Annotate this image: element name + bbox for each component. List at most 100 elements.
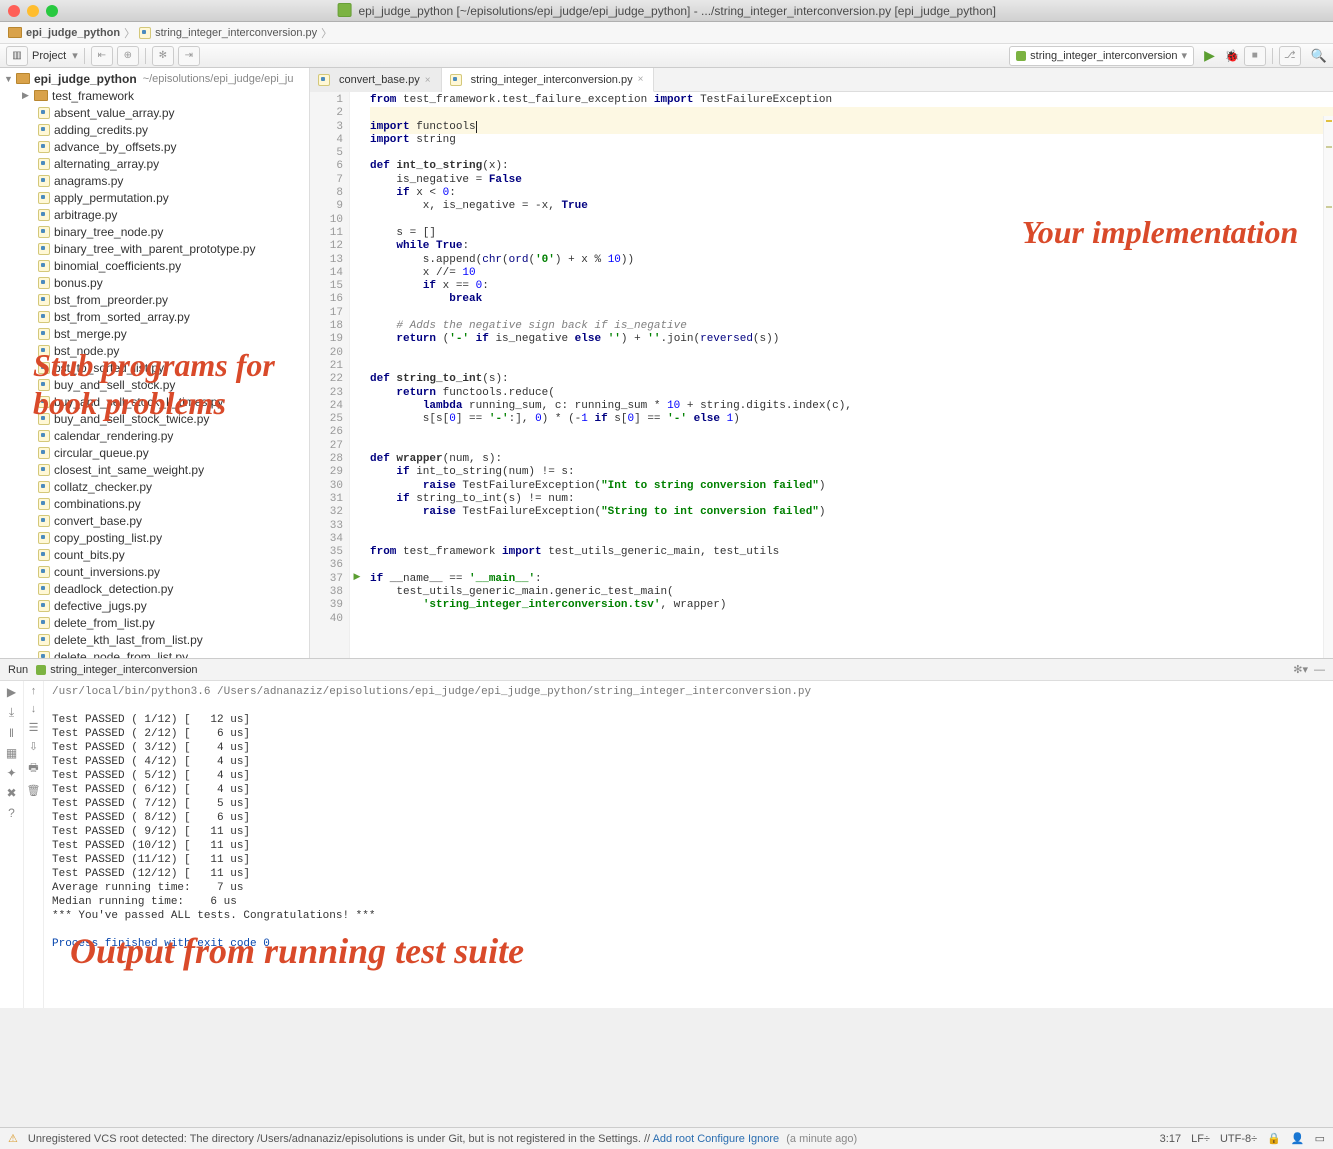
tree-file[interactable]: binomial_coefficients.py	[0, 257, 309, 274]
python-file-icon	[38, 141, 50, 153]
tree-file[interactable]: binary_tree_with_parent_prototype.py	[0, 240, 309, 257]
breadcrumb-project[interactable]: epi_judge_python	[26, 27, 120, 39]
wrap-icon[interactable]: ☰	[29, 721, 39, 734]
console-tab[interactable]: string_integer_interconversion	[50, 664, 197, 676]
tree-file[interactable]: apply_permutation.py	[0, 189, 309, 206]
tree-file[interactable]: calendar_rendering.py	[0, 427, 309, 444]
tree-file[interactable]: advance_by_offsets.py	[0, 138, 309, 155]
python-file-icon	[38, 464, 50, 476]
tree-root[interactable]: ▼epi_judge_python~/episolutions/epi_judg…	[0, 70, 309, 87]
editor-minimap[interactable]	[1323, 116, 1333, 658]
collapse-button[interactable]: ⇤	[91, 46, 113, 66]
ignore-link[interactable]: Ignore	[748, 1133, 779, 1145]
close-window-button[interactable]	[8, 5, 20, 17]
scroll-icon[interactable]: ⇩	[29, 740, 38, 753]
tree-file[interactable]: adding_credits.py	[0, 121, 309, 138]
project-tree[interactable]: ▼epi_judge_python~/episolutions/epi_judg…	[0, 68, 309, 658]
tree-file[interactable]: bst_from_sorted_array.py	[0, 308, 309, 325]
python-file-icon	[38, 413, 50, 425]
tree-folder[interactable]: ▶test_framework	[0, 87, 309, 104]
tree-file[interactable]: bonus.py	[0, 274, 309, 291]
maximize-window-button[interactable]	[46, 5, 58, 17]
close-tab-icon[interactable]: ×	[425, 75, 431, 86]
target-button[interactable]: ⊕	[117, 46, 139, 66]
tree-file[interactable]: bst_merge.py	[0, 325, 309, 342]
tree-file[interactable]: convert_base.py	[0, 512, 309, 529]
tree-file[interactable]: delete_kth_last_from_list.py	[0, 631, 309, 648]
memory-indicator[interactable]: ▭	[1315, 1132, 1325, 1145]
hide-console-icon[interactable]: —	[1314, 664, 1325, 676]
tree-file[interactable]: delete_from_list.py	[0, 614, 309, 631]
breadcrumb-bar: epi_judge_python 〉 string_integer_interc…	[0, 22, 1333, 44]
stop-button[interactable]: ■	[1244, 46, 1266, 66]
tree-file[interactable]: bst_node.py	[0, 342, 309, 359]
caret-position[interactable]: 3:17	[1160, 1133, 1181, 1145]
vcs-button[interactable]: ⎇	[1279, 46, 1301, 66]
tree-file[interactable]: collatz_checker.py	[0, 478, 309, 495]
python-file-icon	[38, 328, 50, 340]
tree-file[interactable]: buy_and_sell_stock_twice.py	[0, 410, 309, 427]
tree-file[interactable]: count_inversions.py	[0, 563, 309, 580]
tree-file[interactable]: defective_jugs.py	[0, 597, 309, 614]
run-down-icon[interactable]: ⤓	[9, 705, 14, 720]
code-editor[interactable]: 1234567891011121314151617181920212223242…	[310, 92, 1333, 658]
breakpoint-gutter[interactable]: ▶	[350, 92, 364, 658]
tree-file[interactable]: bst_from_preorder.py	[0, 291, 309, 308]
tree-file[interactable]: delete_node_from_list.py	[0, 648, 309, 658]
editor-tabs: convert_base.py × string_integer_interco…	[310, 68, 1333, 92]
pin-icon[interactable]: ✦	[6, 766, 16, 780]
code-content[interactable]: from test_framework.test_failure_excepti…	[364, 92, 1333, 658]
tree-file[interactable]: copy_posting_list.py	[0, 529, 309, 546]
tree-file[interactable]: buy_and_sell_stock_k_times.py	[0, 393, 309, 410]
console-output[interactable]: /usr/local/bin/python3.6 /Users/adnanazi…	[44, 681, 1333, 1008]
layout-icon[interactable]: ▦	[6, 746, 17, 760]
add-root-link[interactable]: Add root	[653, 1133, 695, 1145]
print-icon[interactable]: 🖶	[28, 759, 38, 778]
gear-icon[interactable]: ✻▾	[1293, 663, 1308, 676]
help-icon[interactable]: ?	[8, 806, 15, 820]
tree-file[interactable]: alternating_array.py	[0, 155, 309, 172]
tree-file[interactable]: count_bits.py	[0, 546, 309, 563]
hide-button[interactable]: ⇥	[178, 46, 200, 66]
run-button[interactable]: ▶	[1204, 47, 1215, 64]
project-label[interactable]: Project	[32, 50, 66, 62]
tree-file[interactable]: absent_value_array.py	[0, 104, 309, 121]
project-view-button[interactable]: ▥	[6, 46, 28, 66]
stop-icon[interactable]: ✖	[6, 786, 16, 800]
tree-file[interactable]: anagrams.py	[0, 172, 309, 189]
line-separator[interactable]: LF÷	[1191, 1133, 1210, 1145]
python-file-icon	[38, 107, 50, 119]
run-config-selector[interactable]: string_integer_interconversion ▾	[1009, 46, 1194, 66]
rerun-icon[interactable]: ▶	[7, 685, 16, 699]
tree-file[interactable]: binary_tree_node.py	[0, 223, 309, 240]
minimize-window-button[interactable]	[27, 5, 39, 17]
tree-file[interactable]: buy_and_sell_stock.py	[0, 376, 309, 393]
pause-icon[interactable]: ‖	[9, 726, 14, 740]
lock-icon[interactable]: 🔒	[1267, 1132, 1281, 1145]
configure-link[interactable]: Configure	[697, 1133, 745, 1145]
python-file-icon	[38, 583, 50, 595]
tree-file[interactable]: combinations.py	[0, 495, 309, 512]
up-icon[interactable]: ↑	[31, 685, 37, 697]
tree-file[interactable]: closest_int_same_weight.py	[0, 461, 309, 478]
tree-file[interactable]: arbitrage.py	[0, 206, 309, 223]
python-file-icon	[38, 430, 50, 442]
dropdown-arrow-icon[interactable]: ▾	[72, 49, 78, 62]
tree-file[interactable]: circular_queue.py	[0, 444, 309, 461]
tree-file[interactable]: deadlock_detection.py	[0, 580, 309, 597]
trash-icon[interactable]: 🗑	[27, 784, 41, 797]
tree-file[interactable]: bst_to_sorted_list.py	[0, 359, 309, 376]
close-tab-icon[interactable]: ×	[638, 74, 644, 85]
python-file-icon	[38, 651, 50, 659]
encoding[interactable]: UTF-8÷	[1220, 1133, 1257, 1145]
python-file-icon	[38, 311, 50, 323]
search-icon[interactable]: 🔍	[1311, 48, 1327, 64]
line-gutter[interactable]: 1234567891011121314151617181920212223242…	[310, 92, 350, 658]
down-icon[interactable]: ↓	[31, 703, 37, 715]
debug-button[interactable]: 🐞	[1225, 49, 1240, 63]
breadcrumb-file[interactable]: string_integer_interconversion.py	[155, 27, 317, 39]
tab-convert-base[interactable]: convert_base.py ×	[310, 68, 442, 92]
gear-button[interactable]: ✻	[152, 46, 174, 66]
tab-string-integer[interactable]: string_integer_interconversion.py ×	[442, 68, 655, 92]
inspector-icon[interactable]: 👤	[1291, 1132, 1305, 1145]
